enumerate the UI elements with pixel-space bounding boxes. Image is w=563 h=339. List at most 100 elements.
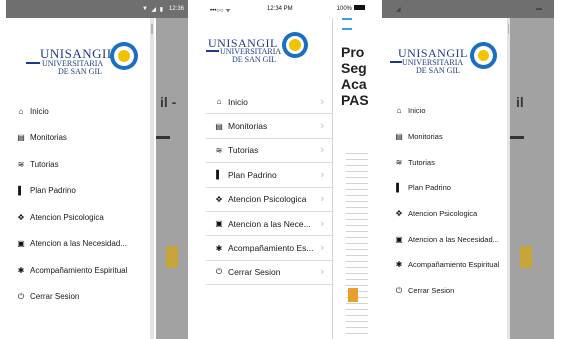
status-time: 12:34 PM <box>267 6 293 12</box>
drawer-menu: ⌂ Inicio ▤ Monitorias ≋ Tutorias ▌ Plan Padrino… <box>382 98 510 304</box>
clipboard-icon: ▤ <box>395 132 403 142</box>
wifi-icon: ▼ <box>142 6 148 12</box>
background-title-4: PAS <box>341 92 368 108</box>
menu-item-plan-padrino[interactable]: ▌ Plan Padrino <box>382 175 510 201</box>
menu-item-label: Inicio <box>228 96 248 107</box>
menu-item-label: Plan Padrino <box>228 169 277 180</box>
status-bar: ▼ ◢ ▮ 12:36 <box>6 0 188 18</box>
chevron-right-icon: › <box>320 266 324 279</box>
menu-item-label: Inicio <box>30 106 49 116</box>
app-background: il - <box>156 18 188 339</box>
carrier-signal: •••○○ ᯤ <box>210 8 231 14</box>
menu-item-label: Atencion a las Necesidad... <box>30 239 127 249</box>
phone-screen-android-2: ◢ ▬ il UNISANGIL UNIVERSITARIA DE SAN GI… <box>382 0 554 339</box>
home-icon: ⌂ <box>396 106 402 116</box>
phone-screen-android-1: ▼ ◢ ▮ 12:36 il - UNISANGIL UNIVERSITARIA… <box>6 0 188 339</box>
handshake-icon: ✥ <box>395 209 403 219</box>
home-icon: ⌂ <box>18 106 24 116</box>
menu-item-acompañamiento-espiritual[interactable]: ✱ Acompañamiento Espiritual <box>6 257 156 284</box>
menu-item-cerrar-sesion[interactable]: ⏻ Cerrar Sesion <box>6 284 156 311</box>
menu-item-monitorias[interactable]: ▤ Monitorias <box>382 124 510 150</box>
menu-item-label: Atencion a las Necesidad... <box>408 234 499 244</box>
book-icon: ▌ <box>216 170 222 180</box>
menu-item-label: Monitorias <box>228 121 268 132</box>
navigation-drawer: UNISANGIL UNIVERSITARIA DE SAN GIL ⌂ Inic… <box>6 18 156 339</box>
home-icon: ⌂ <box>216 97 222 107</box>
logo-line-3: DE SAN GIL <box>416 66 460 75</box>
menu-item-label: Tutorias <box>30 159 59 169</box>
list-box-icon: ▣ <box>17 239 25 249</box>
menu-item-label: Monitorias <box>30 133 67 143</box>
menu-item-label: Acompañamiento Espiritual <box>30 265 128 275</box>
menu-item-monitorias[interactable]: ▤ Monitorias <box>6 125 156 152</box>
unisangil-logo: UNISANGIL UNIVERSITARIA DE SAN GIL <box>26 42 138 92</box>
drawer-menu: ⌂ Inicio › ▤ Monitorias › ≋ Tutorias › ▌ Plan Padr… <box>206 90 332 286</box>
chevron-right-icon: › <box>320 242 324 255</box>
logo-emblem <box>282 32 308 58</box>
background-title-1: Pro <box>341 44 365 60</box>
battery-icon: ▮ <box>159 7 163 13</box>
unisangil-logo: UNISANGIL UNIVERSITARIA DE SAN GIL <box>390 42 498 92</box>
list-box-icon: ▣ <box>215 219 223 229</box>
background-title: il <box>516 94 524 110</box>
menu-item-label: Atencion Psicologica <box>408 209 478 219</box>
status-time: 12:36 <box>168 6 184 12</box>
menu-item-atencion-a-las-necesidad[interactable]: ▣ Atencion a las Necesidad... <box>382 226 510 252</box>
menu-item-label: Acompañamiento Espiritual <box>408 260 500 270</box>
menu-item-plan-padrino[interactable]: ▌ Plan Padrino <box>6 178 156 205</box>
status-bar: •••○○ ᯤ 12:34 PM 100% <box>206 0 368 18</box>
book-icon: ▌ <box>18 186 24 196</box>
unisangil-logo: UNISANGIL UNIVERSITARIA DE SAN GIL <box>206 32 311 78</box>
chevron-right-icon: › <box>320 95 324 108</box>
layers-icon: ≋ <box>395 157 403 167</box>
background-image <box>520 246 532 268</box>
menu-item-tutorias[interactable]: ≋ Tutorias <box>6 151 156 178</box>
battery-level: 100% <box>336 6 352 12</box>
layers-icon: ≋ <box>17 159 25 169</box>
handshake-icon: ✥ <box>17 212 25 222</box>
menu-item-label: Acompañamiento Es... <box>228 243 314 254</box>
person-icon: ✱ <box>215 243 223 253</box>
power-icon: ⏻ <box>395 285 403 295</box>
chevron-right-icon: › <box>320 120 324 133</box>
menu-item-monitorias[interactable]: ▤ Monitorias › <box>206 114 332 139</box>
menu-item-atencion-psicologica[interactable]: ✥ Atencion Psicologica › <box>206 188 332 212</box>
menu-item-plan-padrino[interactable]: ▌ Plan Padrino › <box>206 163 332 188</box>
scrollbar[interactable] <box>150 18 154 339</box>
menu-item-atencion-a-las-necesidad[interactable]: ▣ Atencion a las Necesidad... <box>6 231 156 258</box>
menu-item-label: Atencion Psicologica <box>228 194 307 205</box>
power-icon: ⏻ <box>17 291 25 301</box>
handshake-icon: ✥ <box>215 194 223 204</box>
menu-item-cerrar-sesion[interactable]: ⏻ Cerrar Sesion <box>382 278 510 304</box>
chevron-right-icon: › <box>320 168 324 181</box>
menu-item-inicio[interactable]: ⌂ Inicio <box>382 98 510 124</box>
chevron-right-icon: › <box>320 193 324 206</box>
menu-item-atencion-psicologica[interactable]: ✥ Atencion Psicologica <box>382 201 510 227</box>
scrollbar[interactable] <box>507 18 510 339</box>
menu-item-atencion-a-las-nece[interactable]: ▣ Atencion a las Nece... › <box>206 212 332 237</box>
battery-icon <box>354 5 365 10</box>
menu-item-cerrar-sesion[interactable]: ⏻ Cerrar Sesion › <box>206 261 332 286</box>
power-icon: ⏻ <box>215 267 223 277</box>
menu-item-tutorias[interactable]: ≋ Tutorias <box>382 149 510 175</box>
menu-item-acompañamiento-es[interactable]: ✱ Acompañamiento Es... › <box>206 236 332 261</box>
book-icon: ▌ <box>396 183 402 193</box>
logo-emblem <box>110 42 138 70</box>
menu-item-tutorias[interactable]: ≋ Tutorias › <box>206 139 332 164</box>
menu-item-atencion-psicologica[interactable]: ✥ Atencion Psicologica <box>6 204 156 231</box>
menu-item-label: Tutorias <box>408 157 435 167</box>
menu-item-inicio[interactable]: ⌂ Inicio <box>6 98 156 125</box>
hamburger-menu-icon[interactable] <box>342 18 352 30</box>
phone-screen-ios: •••○○ ᯤ 12:34 PM 100% Pro Seg Aca PAS UN… <box>206 0 368 339</box>
menu-item-label: Cerrar Sesion <box>30 292 80 302</box>
menu-item-acompañamiento-espiritual[interactable]: ✱ Acompañamiento Espiritual <box>382 252 510 278</box>
menu-item-label: Atencion Psicologica <box>30 212 104 222</box>
person-icon: ✱ <box>17 265 25 275</box>
logo-line-3: DE SAN GIL <box>232 55 276 64</box>
list-box-icon: ▣ <box>395 234 403 244</box>
signal-icon: ◢ <box>151 7 156 13</box>
person-icon: ✱ <box>395 260 403 270</box>
menu-item-inicio[interactable]: ⌂ Inicio › <box>206 90 332 115</box>
clipboard-icon: ▤ <box>215 121 223 131</box>
menu-item-label: Inicio <box>408 106 426 116</box>
